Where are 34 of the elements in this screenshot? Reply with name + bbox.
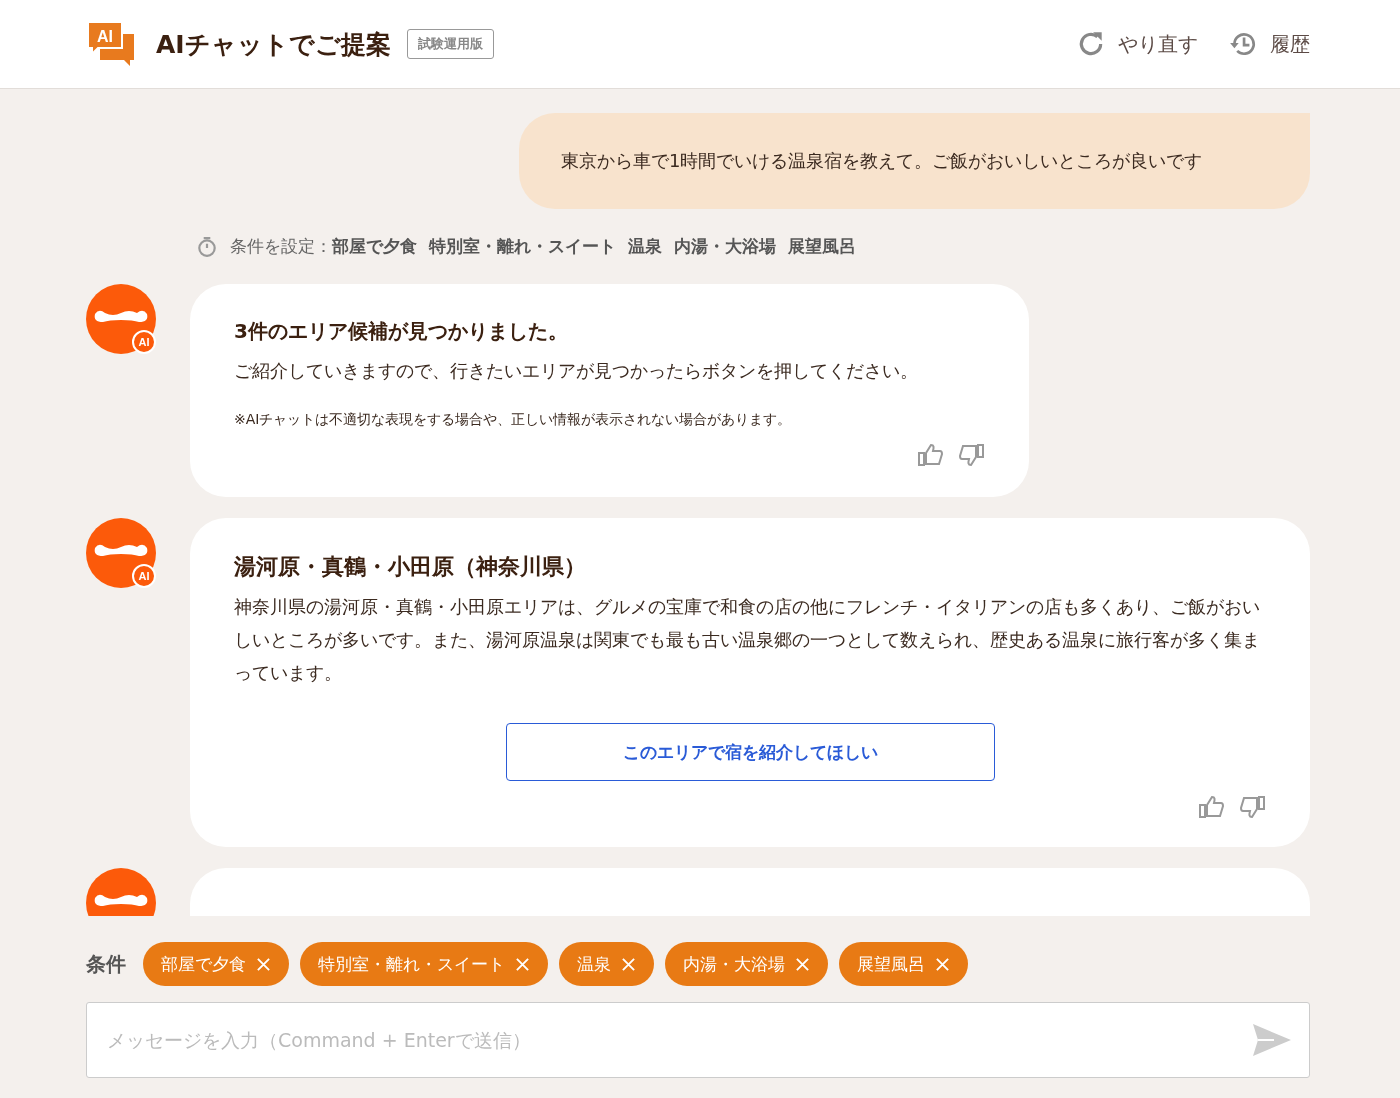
message-title: 3件のエリア候補が見つかりました。 <box>234 318 569 345</box>
condition-chip[interactable]: 部屋で夕食 <box>143 942 289 986</box>
close-icon[interactable] <box>515 956 530 972</box>
redo-button[interactable]: やり直す <box>1076 29 1198 59</box>
close-icon[interactable] <box>256 956 271 972</box>
disclaimer-text: ※AIチャットは不適切な表現をする場合や、正しい情報が表示されない場合があります。 <box>234 411 793 429</box>
trial-badge: 試験運用版 <box>406 29 494 59</box>
area-description: 神奈川県の湯河原・真鶴・小田原エリアは、グルメの宝庫で和食の店の他にフレンチ・イタリアンの店も多くあり、ご飯がおいしいところが多いです。また、湯河原温泉は関東でも最も古い温泉郷の一つとして数えられ、歴史ある温泉に旅行客が多く集まっています。 <box>234 595 1261 685</box>
user-message: 東京から車で1時間でいける温泉宿を教えて。ご飯がおいしいところが良いです <box>519 113 1310 209</box>
message-text: ご紹介していきますので、行きたいエリアが見つかったらボタンを押してください。 <box>234 359 919 383</box>
send-icon[interactable] <box>1252 1022 1292 1058</box>
thumbs-down-icon[interactable] <box>959 443 985 467</box>
close-icon[interactable] <box>935 956 950 972</box>
close-icon[interactable] <box>795 956 810 972</box>
ai-badge: AI <box>132 564 156 588</box>
history-button[interactable]: 履歴 <box>1228 29 1310 59</box>
condition-chip[interactable]: 内湯・大浴場 <box>665 942 828 986</box>
app-title: AIチャットでご提案 <box>156 28 391 61</box>
condition-chip[interactable]: 展望風呂 <box>839 942 968 986</box>
thumbs-down-icon[interactable] <box>1240 795 1266 819</box>
close-icon[interactable] <box>621 956 636 972</box>
area-title: 湯河原・真鶴・小田原（神奈川県） <box>234 553 587 581</box>
stopwatch-icon <box>196 235 218 258</box>
thumbs-up-icon[interactable] <box>917 443 943 467</box>
message-input-field[interactable]: メッセージを入力（Command + Enterで送信） <box>86 1002 1310 1078</box>
thumbs-up-icon[interactable] <box>1198 795 1224 819</box>
ai-badge: AI <box>132 330 156 354</box>
ai-avatar-icon <box>86 518 156 588</box>
conditions-summary: 条件を設定：部屋で夕食 特別室・離れ・スイート 温泉 内湯・大浴場 展望風呂 <box>230 235 857 258</box>
ai-avatar-icon <box>86 284 156 354</box>
condition-chip[interactable]: 特別室・離れ・スイート <box>300 942 548 986</box>
condition-chip[interactable]: 温泉 <box>559 942 654 986</box>
choose-area-button[interactable]: このエリアで宿を紹介してほしい <box>505 723 995 781</box>
conditions-label: 条件 <box>86 950 126 978</box>
